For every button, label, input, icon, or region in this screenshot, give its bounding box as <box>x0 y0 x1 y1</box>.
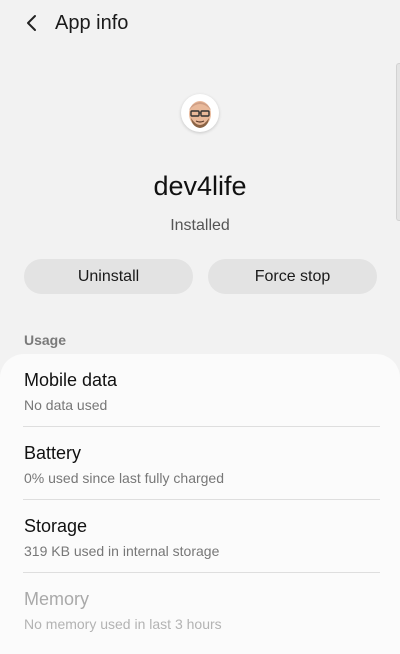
battery-item[interactable]: Battery 0% used since last fully charged <box>0 427 400 499</box>
battery-title: Battery <box>24 443 82 463</box>
back-button[interactable] <box>18 10 46 36</box>
mobile-data-item[interactable]: Mobile data No data used <box>0 354 400 426</box>
avatar-face-icon <box>189 101 211 128</box>
app-icon <box>181 94 219 132</box>
usage-section-label: Usage <box>24 332 67 348</box>
memory-title: Memory <box>24 589 90 609</box>
page-title: App info <box>55 12 129 34</box>
app-bar: App info <box>0 0 400 46</box>
battery-summary: 0% used since last fully charged <box>24 470 224 486</box>
back-arrow-icon <box>27 15 36 31</box>
memory-item[interactable]: Memory No memory used in last 3 hours <box>0 573 400 645</box>
force-stop-button[interactable]: Force stop <box>208 259 377 294</box>
storage-summary: 319 KB used in internal storage <box>24 543 220 559</box>
mobile-data-title: Mobile data <box>24 370 118 390</box>
storage-item[interactable]: Storage 319 KB used in internal storage <box>0 500 400 572</box>
storage-title: Storage <box>24 516 88 536</box>
app-name: dev4life <box>153 171 247 201</box>
mobile-data-summary: No data used <box>24 397 108 413</box>
app-status: Installed <box>170 217 230 234</box>
memory-summary: No memory used in last 3 hours <box>24 616 222 632</box>
uninstall-button[interactable]: Uninstall <box>24 259 193 294</box>
usage-card: Mobile data No data used Battery 0% used… <box>0 354 400 654</box>
